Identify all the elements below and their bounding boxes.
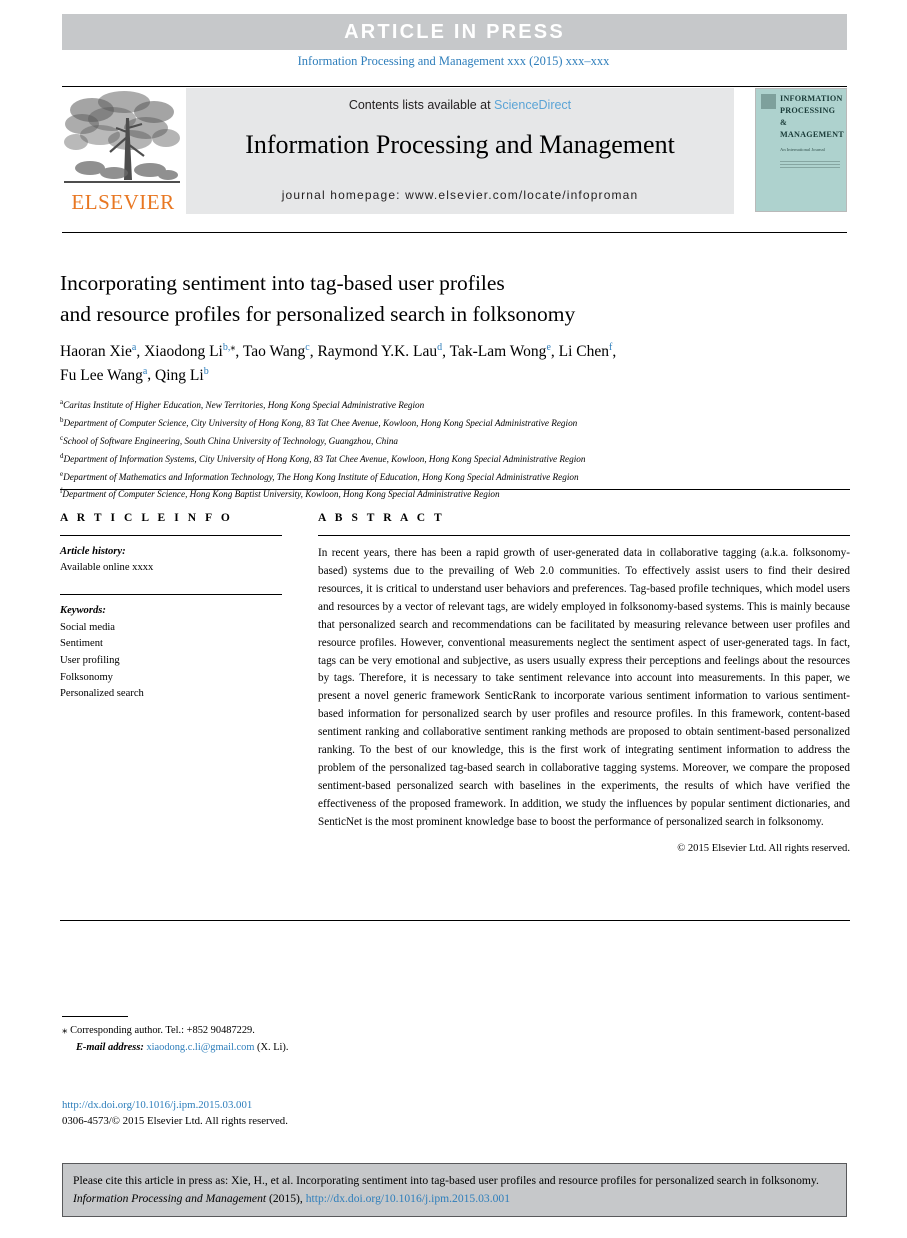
affiliation-item: bDepartment of Computer Science, City Un… [60, 414, 850, 432]
article-info-rule-2 [60, 593, 282, 595]
article-info-rule-1 [60, 535, 282, 536]
author-item[interactable]: Haoran Xiea [60, 342, 136, 360]
affiliation-text: Department of Mathematics and Informatio… [63, 471, 579, 482]
affiliation-text: Caritas Institute of Higher Education, N… [63, 400, 425, 411]
abstract-column: A B S T R A C T In recent years, there h… [318, 512, 850, 854]
keyword-item: Personalized search [60, 688, 144, 700]
author-item[interactable]: Tao Wangc [243, 342, 310, 360]
masthead-bottom-rule [62, 232, 847, 233]
keyword-item: Social media [60, 621, 116, 633]
keywords-block: Keywords: Social media Sentiment User pr… [60, 603, 282, 703]
page-title: Incorporating sentiment into tag-based u… [60, 268, 850, 329]
cite-year: (2015), [266, 1191, 306, 1205]
keyword-item: User profiling [60, 655, 120, 667]
masthead-top-rule [62, 86, 847, 87]
article-info-column: A R T I C L E I N F O Article history: A… [60, 512, 282, 703]
abstract-heading: A B S T R A C T [318, 512, 445, 524]
journal-cover-thumbnail: INFORMATION PROCESSING & MANAGEMENT An I… [755, 88, 847, 212]
affiliation-item: aCaritas Institute of Higher Education, … [60, 396, 850, 414]
cite-this-article-box: Please cite this article in press as: Xi… [62, 1163, 847, 1217]
masthead: ELSEVIER Contents lists available at Sci… [62, 88, 847, 214]
elsevier-wordmark: ELSEVIER [71, 190, 175, 214]
abstract-rule [318, 535, 850, 536]
article-history: Article history: Available online xxxx [60, 544, 282, 577]
author-list: Haoran Xiea, Xiaodong Lib,⁎, Tao Wangc, … [60, 342, 617, 384]
contents-available-line: Contents lists available at ScienceDirec… [186, 98, 734, 112]
author-item[interactable]: Xiaodong Lib,⁎ [144, 342, 235, 360]
author-item[interactable]: Raymond Y.K. Laud [317, 342, 442, 360]
footnote-block: ⁎ Corresponding author. Tel.: +852 90487… [62, 1022, 482, 1057]
article-first-page: ARTICLE IN PRESS Information Processing … [0, 0, 907, 1238]
journal-reference-line: Information Processing and Management xx… [297, 54, 610, 68]
affiliation-text: Department of Information Systems, City … [63, 453, 586, 464]
cover-decorative-lines [780, 161, 840, 170]
article-in-press-banner: ARTICLE IN PRESS [62, 14, 847, 50]
cite-text: Please cite this article in press as: Xi… [73, 1172, 836, 1207]
affiliation-text: Department of Computer Science, City Uni… [63, 417, 578, 428]
elsevier-tree-icon [64, 91, 180, 183]
contents-prefix: Contents lists available at [348, 98, 495, 112]
keywords-label: Keywords: [60, 604, 106, 616]
affiliation-item: eDepartment of Mathematics and Informati… [60, 468, 850, 486]
email-label: E-mail address: [76, 1041, 144, 1053]
keyword-item: Folksonomy [60, 671, 113, 683]
affiliation-list: aCaritas Institute of Higher Education, … [60, 396, 850, 503]
author-item[interactable]: Li Chenf [559, 342, 613, 360]
email-suffix: (X. Li). [254, 1041, 289, 1053]
abstract-copyright: © 2015 Elsevier Ltd. All rights reserved… [677, 842, 850, 854]
cite-journal-name: Information Processing and Management [73, 1191, 267, 1205]
author-item[interactable]: Fu Lee Wanga [60, 365, 147, 383]
title-line-1: Incorporating sentiment into tag-based u… [60, 271, 505, 295]
email-link[interactable]: xiaodong.c.li@gmail.com [146, 1042, 254, 1053]
article-history-label: Article history: [60, 546, 126, 557]
article-in-press-label: ARTICLE IN PRESS [344, 20, 565, 43]
info-section-top-rule [60, 489, 850, 490]
cover-subtitle: An International Journal [780, 147, 825, 152]
cover-publisher-mark-icon [761, 94, 776, 109]
author-item[interactable]: Qing Lib [155, 365, 209, 383]
affiliation-text: School of Software Engineering, South Ch… [63, 435, 399, 446]
abstract-bottom-rule [60, 920, 850, 921]
article-history-value: Available online xxxx [60, 562, 154, 574]
doi-link[interactable]: http://dx.doi.org/10.1016/j.ipm.2015.03.… [62, 1099, 252, 1111]
abstract-body: In recent years, there has been a rapid … [318, 547, 850, 828]
affiliation-text: Department of Computer Science, Hong Kon… [62, 489, 500, 500]
author-item[interactable]: Tak-Lam Wonge [450, 342, 551, 360]
email-note: E-mail address: xiaodong.c.li@gmail.com … [62, 1040, 482, 1057]
journal-homepage-link[interactable]: journal homepage: www.elsevier.com/locat… [186, 188, 734, 202]
footnote-rule [62, 1016, 128, 1017]
sciencedirect-link[interactable]: ScienceDirect [494, 98, 571, 112]
issn-copyright-line: 0306-4573/© 2015 Elsevier Ltd. All right… [62, 1115, 288, 1127]
journal-title: Information Processing and Management [245, 130, 675, 159]
corresponding-author-text: Corresponding author. Tel.: +852 9048722… [67, 1025, 255, 1036]
cover-title: INFORMATION PROCESSING & MANAGEMENT [780, 94, 844, 139]
cite-doi-link[interactable]: http://dx.doi.org/10.1016/j.ipm.2015.03.… [306, 1192, 510, 1205]
masthead-content-box: Contents lists available at ScienceDirec… [186, 88, 734, 214]
affiliation-item: cSchool of Software Engineering, South C… [60, 432, 850, 450]
elsevier-logo: ELSEVIER [62, 88, 184, 214]
corresponding-author-note: ⁎ Corresponding author. Tel.: +852 90487… [62, 1022, 482, 1040]
title-line-2: and resource profiles for personalized s… [60, 301, 576, 326]
affiliation-item: dDepartment of Information Systems, City… [60, 450, 850, 468]
keyword-item: Sentiment [60, 638, 103, 650]
article-info-heading: A R T I C L E I N F O [60, 512, 233, 524]
cite-prefix: Please cite this article in press as: Xi… [73, 1174, 819, 1187]
